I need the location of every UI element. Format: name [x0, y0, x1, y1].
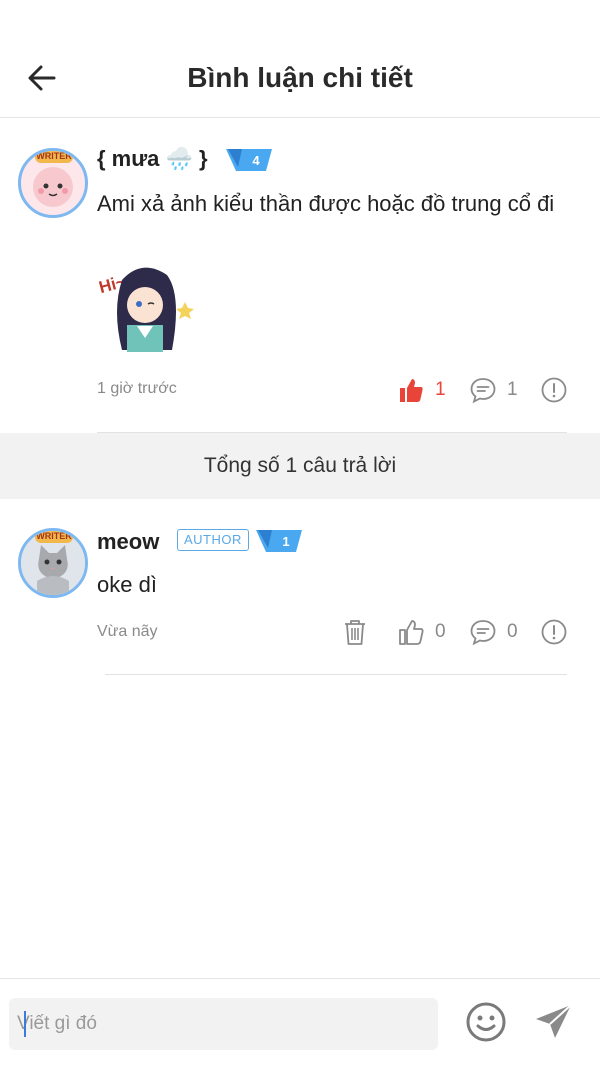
total-replies-bar: Tổng số 1 câu trả lời	[0, 433, 600, 499]
thumbs-up-outline-icon	[399, 620, 424, 645]
exclamation-circle-icon	[541, 377, 567, 403]
main-comment: WRITER { mưa 🌧️ } 4 Ami xả ảnh kiểu thần…	[0, 118, 600, 433]
divider	[105, 674, 567, 675]
comment-text: Ami xả ảnh kiểu thần được hoặc đồ trung …	[97, 191, 555, 216]
comment-input[interactable]	[9, 998, 438, 1050]
comment-timestamp: 1 giờ trước	[97, 380, 177, 397]
reply-button[interactable]: 1	[469, 376, 518, 404]
reply-button[interactable]: 0	[469, 618, 518, 646]
comment-author-name[interactable]: { mưa 🌧️ }	[97, 146, 208, 172]
author-badge: AUTHOR	[177, 529, 249, 551]
report-button[interactable]	[540, 618, 568, 646]
top-bar: Bình luận chi tiết	[0, 0, 600, 118]
reply-timestamp: Vừa nãy	[97, 623, 158, 640]
like-count: 1	[435, 379, 446, 400]
thumbs-up-icon	[400, 379, 423, 402]
reply-count: 1	[507, 379, 518, 400]
chat-bubble-icon	[470, 620, 496, 646]
send-button[interactable]	[532, 1000, 576, 1044]
writer-frame-badge: WRITER	[35, 151, 73, 163]
trash-icon	[345, 620, 365, 645]
reply-comment: WRITER meow AUTHOR 1 oke dì Vừa nãy 0 0	[0, 499, 600, 679]
comment-input-box[interactable]	[9, 998, 438, 1050]
reply-text: oke dì	[97, 572, 157, 597]
exclamation-circle-icon	[541, 619, 567, 645]
text-caret	[24, 1011, 26, 1037]
like-button[interactable]: 1	[397, 376, 446, 404]
reply-count: 0	[507, 621, 518, 642]
level-badge: 1	[256, 530, 302, 552]
delete-button[interactable]	[342, 618, 368, 646]
svg-text:4: 4	[252, 153, 260, 168]
send-icon	[536, 1004, 572, 1038]
smiley-icon	[466, 1002, 506, 1042]
emoji-button[interactable]	[464, 1000, 508, 1044]
report-button[interactable]	[540, 376, 568, 404]
like-button[interactable]: 0	[397, 618, 446, 646]
reply-author-name[interactable]: meow	[97, 529, 159, 555]
avatar[interactable]: WRITER	[18, 148, 88, 218]
writer-frame-badge: WRITER	[35, 531, 73, 543]
avatar[interactable]: WRITER	[18, 528, 88, 598]
comment-composer	[0, 978, 600, 1067]
like-count: 0	[435, 621, 446, 642]
svg-text:1: 1	[282, 534, 289, 549]
level-badge: 4	[226, 149, 272, 171]
sticker-image: Hi~	[97, 260, 197, 355]
chat-bubble-icon	[470, 378, 496, 404]
page-title: Bình luận chi tiết	[187, 62, 413, 93]
